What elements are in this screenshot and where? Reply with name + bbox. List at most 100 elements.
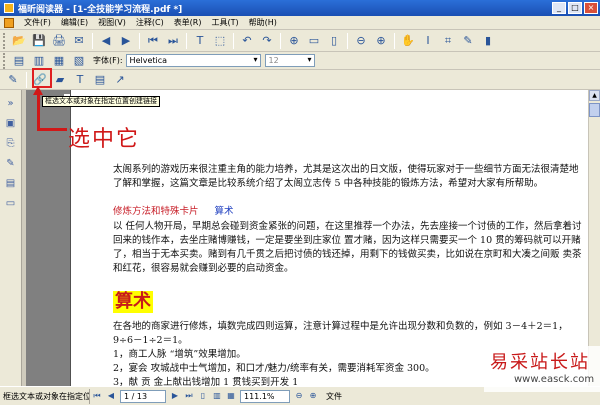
toolbar-grip bbox=[3, 32, 6, 49]
first-page-button[interactable]: ⏮ bbox=[91, 390, 103, 402]
first-page-icon[interactable]: ⏮ bbox=[145, 33, 161, 49]
redo-icon[interactable]: ↷ bbox=[259, 33, 275, 49]
separator bbox=[92, 32, 93, 49]
layers-icon[interactable]: ▤ bbox=[4, 176, 18, 190]
menu-edit[interactable]: 编辑(E) bbox=[56, 17, 93, 28]
pages-icon[interactable]: ▣ bbox=[4, 116, 18, 130]
separator bbox=[139, 32, 140, 49]
highlight-icon[interactable]: ▮ bbox=[480, 33, 496, 49]
continuous-icon[interactable]: ▥ bbox=[211, 390, 223, 402]
undo-icon[interactable]: ↶ bbox=[239, 33, 255, 49]
selection-highlight bbox=[32, 68, 52, 88]
single-page-icon[interactable]: ▯ bbox=[197, 390, 209, 402]
hand-icon[interactable]: ✋ bbox=[400, 33, 416, 49]
status-hint: 框选文本或对象在指定位置创建链接 bbox=[0, 388, 90, 404]
document-paragraph: 在各地的商家进行修炼，填数完成四则运算，注意计算过程中是允许出现分数和负数的，例… bbox=[113, 321, 568, 346]
separator bbox=[347, 32, 348, 49]
next-page-button[interactable]: ▶ bbox=[169, 390, 181, 402]
pencil-icon[interactable]: ✎ bbox=[460, 33, 476, 49]
font-family-select[interactable]: Helvetica bbox=[125, 54, 261, 67]
pdf-reader-window: 福昕阅读器 - [1-全技能学习流程.pdf *] _ □ × 文件(F) 编辑… bbox=[0, 0, 600, 405]
forward-icon[interactable]: ▶ bbox=[118, 33, 134, 49]
last-page-icon[interactable]: ⏭ bbox=[165, 33, 181, 49]
menu-tools[interactable]: 工具(T) bbox=[207, 17, 244, 28]
zoom-out-icon[interactable]: ⊖ bbox=[353, 33, 369, 49]
toolbar-grip bbox=[3, 52, 6, 69]
snapshot-icon[interactable]: ⌗ bbox=[440, 33, 456, 49]
pen-annotation-icon[interactable]: ✎ bbox=[5, 72, 21, 88]
select-icon[interactable]: ⬚ bbox=[212, 33, 228, 49]
bookmark-icon[interactable]: ⎘ bbox=[4, 136, 18, 150]
main-toolbar: 📂 💾 🖨 ✉ ◀ ▶ ⏮ ⏭ T ⬚ ↶ ↷ ⊕ ▭ ▯ ⊖ ⊕ ✋ I ⌗ … bbox=[0, 30, 600, 52]
window-title: 福昕阅读器 - [1-全技能学习流程.pdf *] bbox=[18, 4, 183, 15]
callout-arrow-head bbox=[33, 86, 43, 95]
note-icon[interactable]: ▤ bbox=[92, 72, 108, 88]
zoom-field[interactable]: 111.1% bbox=[240, 389, 290, 403]
status-right-label: 文件 bbox=[326, 391, 342, 401]
last-page-button[interactable]: ⏭ bbox=[183, 390, 195, 402]
menu-bar: 文件(F) 编辑(E) 视图(V) 注释(C) 表单(R) 工具(T) 帮助(H… bbox=[0, 16, 600, 30]
document-paragraph: 太阁系列的游戏历来很注重主角的能力培养，尤其是这次出的日文版，使得玩家对于一些细… bbox=[113, 164, 579, 189]
zoom-in-icon[interactable]: ⊕ bbox=[286, 33, 302, 49]
text-tool-icon[interactable]: T bbox=[192, 33, 208, 49]
side-panel: » ▣ ⎘ ✎ ▤ ▭ bbox=[0, 90, 22, 386]
separator bbox=[280, 32, 281, 49]
callout-arrow-tail bbox=[37, 128, 67, 131]
page-number-field[interactable]: 1 / 13 bbox=[120, 389, 166, 403]
scroll-thumb[interactable] bbox=[589, 103, 600, 117]
menu-help[interactable]: 帮助(H) bbox=[244, 17, 282, 28]
vertical-scrollbar[interactable]: ▲ bbox=[588, 90, 600, 386]
callout-arrow bbox=[37, 92, 40, 130]
minimize-button[interactable]: _ bbox=[552, 2, 566, 14]
print-icon[interactable]: 🖨 bbox=[51, 33, 67, 49]
separator bbox=[186, 32, 187, 49]
app-icon bbox=[4, 3, 14, 13]
font-size-select[interactable]: 12 bbox=[264, 54, 315, 67]
comments-icon[interactable]: ✎ bbox=[4, 156, 18, 170]
document-links: 修炼方法和特殊卡片 算术 bbox=[113, 205, 583, 219]
arrow-tool-icon[interactable]: ↗ bbox=[112, 72, 128, 88]
save-icon[interactable]: 💾 bbox=[31, 33, 47, 49]
separator bbox=[394, 32, 395, 49]
back-icon[interactable]: ◀ bbox=[98, 33, 114, 49]
callout-label: 选中它 bbox=[68, 127, 141, 152]
fit-page-icon[interactable]: ▭ bbox=[306, 33, 322, 49]
email-icon[interactable]: ✉ bbox=[71, 33, 87, 49]
zoom-out-button[interactable]: ⊖ bbox=[293, 390, 305, 402]
textbox-icon[interactable]: T bbox=[72, 72, 88, 88]
open-icon[interactable]: 📂 bbox=[11, 33, 27, 49]
format-icon-4[interactable]: ▧ bbox=[71, 53, 87, 69]
scroll-up-icon[interactable]: ▲ bbox=[589, 90, 600, 101]
highlighter-icon[interactable]: ▰ bbox=[52, 72, 68, 88]
link-training-methods[interactable]: 修炼方法和特殊卡片 bbox=[113, 206, 199, 217]
facing-icon[interactable]: ▦ bbox=[225, 390, 237, 402]
font-toolbar: ▤ ▥ ▦ ▧ 字体(F): Helvetica 12 bbox=[0, 52, 600, 70]
expand-icon[interactable]: » bbox=[4, 96, 18, 110]
tooltip: 框选文本或对象在指定位置创建链接 bbox=[42, 96, 160, 107]
menu-form[interactable]: 表单(R) bbox=[169, 17, 207, 28]
format-icon-2[interactable]: ▥ bbox=[31, 53, 47, 69]
link-arithmetic[interactable]: 算术 bbox=[215, 206, 234, 217]
watermark: 易采站长站 www.easck.com bbox=[484, 346, 600, 392]
menu-file[interactable]: 文件(F) bbox=[19, 17, 56, 28]
zoom-plus-icon[interactable]: ⊕ bbox=[373, 33, 389, 49]
prev-page-button[interactable]: ◀ bbox=[105, 390, 117, 402]
close-button[interactable]: × bbox=[584, 2, 598, 14]
fit-width-icon[interactable]: ▯ bbox=[326, 33, 342, 49]
document-icon bbox=[4, 17, 14, 28]
format-icon-3[interactable]: ▦ bbox=[51, 53, 67, 69]
section-heading: 算术 bbox=[113, 291, 153, 313]
watermark-url: www.easck.com bbox=[514, 374, 595, 385]
menu-view[interactable]: 视图(V) bbox=[93, 17, 131, 28]
document-paragraph: 以 任何人物开局，早期总会碰到资金紧张的问题，在这里推荐一个办法，先去座接一个讨… bbox=[113, 221, 582, 274]
annotation-toolbar: ✎ 🔗 ▰ T ▤ ↗ bbox=[0, 70, 600, 90]
select-text-icon[interactable]: I bbox=[420, 33, 436, 49]
attachments-icon[interactable]: ▭ bbox=[4, 196, 18, 210]
menu-comment[interactable]: 注释(C) bbox=[131, 17, 169, 28]
separator bbox=[233, 32, 234, 49]
font-label: 字体(F): bbox=[93, 56, 123, 65]
watermark-title: 易采站长站 bbox=[490, 352, 590, 373]
format-icon-1[interactable]: ▤ bbox=[11, 53, 27, 69]
zoom-in-button[interactable]: ⊕ bbox=[307, 390, 319, 402]
maximize-button[interactable]: □ bbox=[568, 2, 582, 14]
